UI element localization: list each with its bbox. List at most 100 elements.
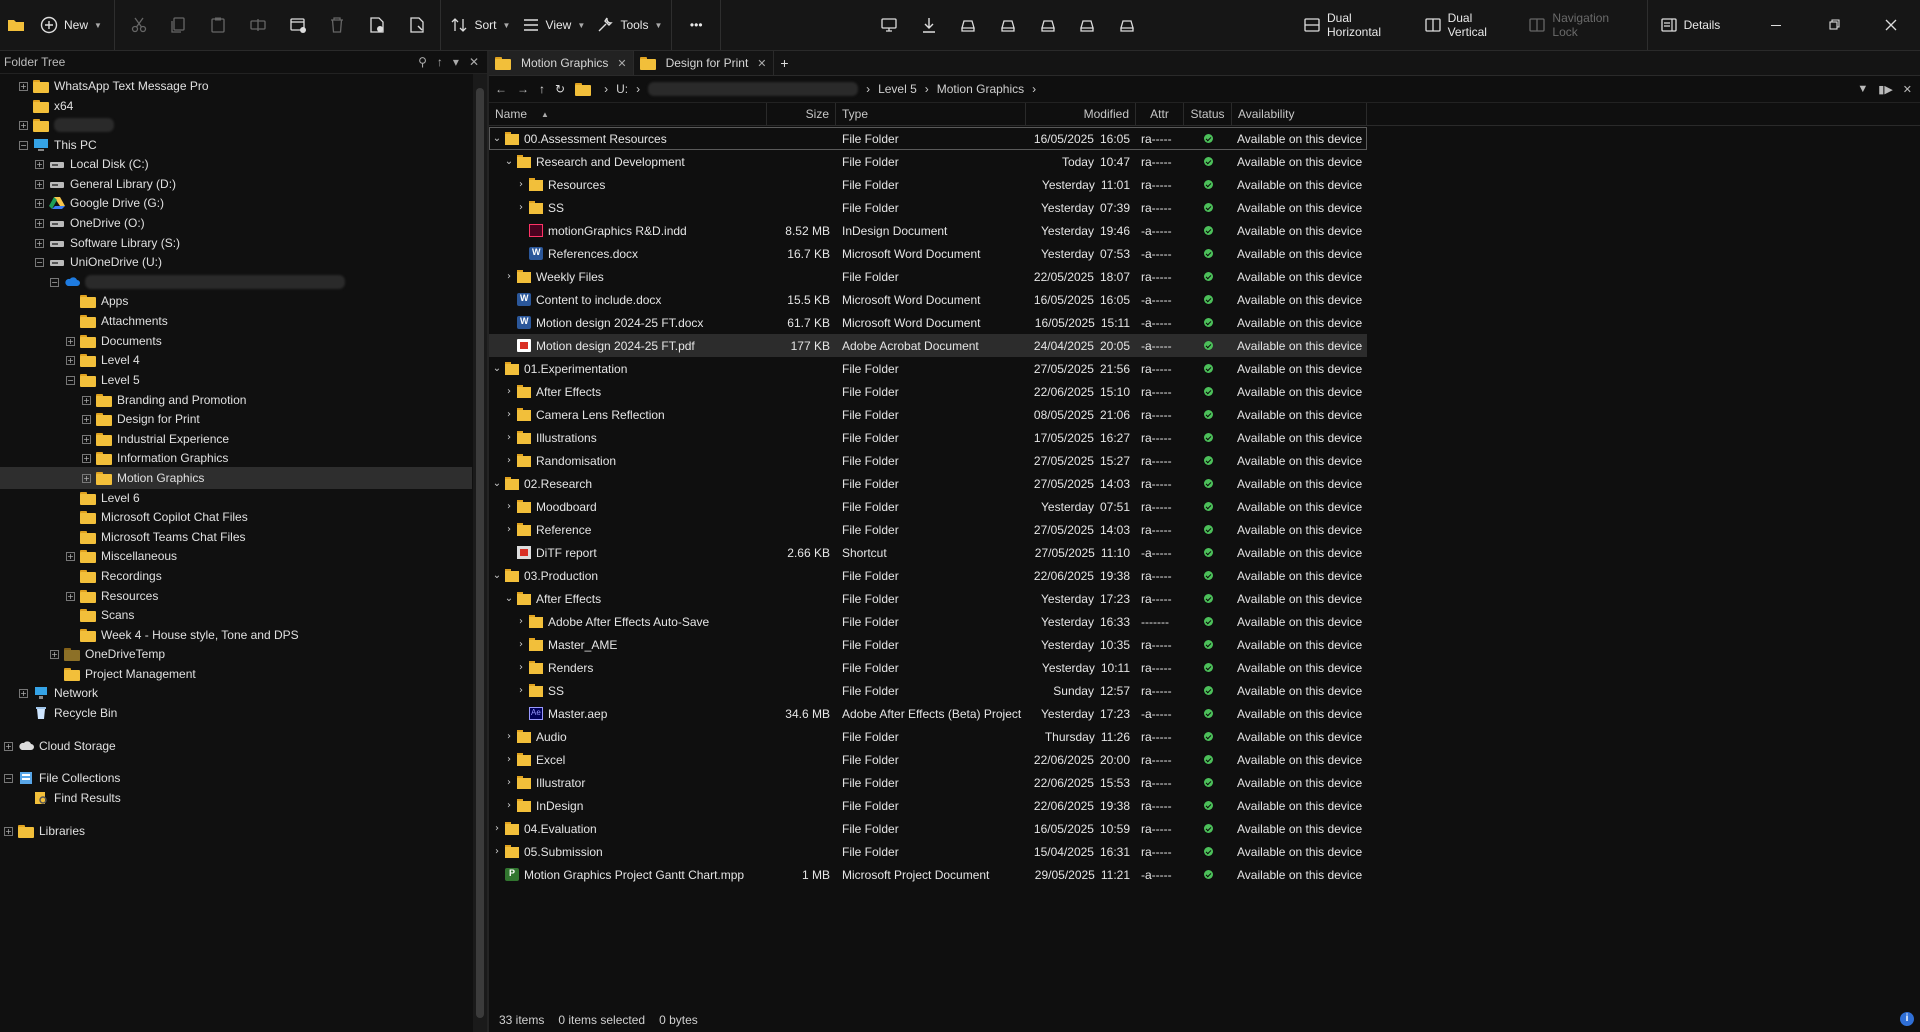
file-info-button[interactable] — [397, 0, 437, 50]
file-row[interactable]: motionGraphics R&D.indd 8.52 MB InDesign D… — [489, 219, 1367, 242]
sort-button[interactable]: Sort ▼ — [445, 0, 515, 50]
column-modified[interactable]: Modified — [1026, 103, 1136, 125]
file-row[interactable]: › Weekly Files File Folder 22/05/2025 18:07 r… — [489, 265, 1367, 288]
tree-item[interactable]: + Libraries — [0, 820, 85, 842]
drive-button-2[interactable] — [988, 0, 1028, 50]
tree-item[interactable]: + Design for Print — [0, 408, 200, 430]
expand-icon[interactable]: + — [19, 688, 28, 698]
file-row[interactable]: › Master_AME File Folder Yesterday 10:35 ra--… — [489, 633, 1367, 656]
up-arrow-icon[interactable]: ↑ — [539, 82, 545, 96]
file-row[interactable]: › SS File Folder Sunday 12:57 ra----- Availabl… — [489, 679, 1367, 702]
minimize-button[interactable] — [1748, 0, 1805, 50]
file-row[interactable]: › Resources File Folder Yesterday 11:01 ra---… — [489, 173, 1367, 196]
chevron-right-icon[interactable]: › — [515, 202, 527, 213]
chevron-right-icon[interactable]: › — [515, 685, 527, 696]
chevron-right-icon[interactable]: › — [503, 524, 515, 535]
expand-icon[interactable]: + — [82, 473, 91, 483]
expand-icon[interactable]: + — [19, 120, 28, 130]
expand-icon[interactable]: + — [35, 218, 44, 228]
new-tab-window-button[interactable] — [278, 0, 318, 50]
file-row[interactable]: ⌄ 01.Experimentation File Folder 27/05/2025… — [489, 357, 1367, 380]
tree-item[interactable]: − UniOneDrive (U:) — [0, 251, 162, 273]
expand-icon[interactable]: + — [50, 649, 59, 659]
new-tab-button[interactable]: + — [774, 51, 796, 75]
chevron-right-icon[interactable]: › — [515, 662, 527, 673]
expand-icon[interactable]: + — [66, 336, 75, 346]
file-row[interactable]: DiTF report 2.66 KB Shortcut 27/05/2025 11:1… — [489, 541, 1367, 564]
close-tab-icon[interactable]: ✕ — [617, 57, 626, 70]
monitor-button[interactable] — [869, 0, 909, 50]
tab-motion-graphics[interactable]: Motion Graphics ✕ — [489, 51, 634, 75]
file-row[interactable]: › SS File Folder Yesterday 07:39 ra----- Avail… — [489, 196, 1367, 219]
breadcrumb-current[interactable]: Motion Graphics — [937, 82, 1024, 96]
file-row[interactable]: Motion design 2024-25 FT.docx 61.7 KB Micr… — [489, 311, 1367, 334]
tree-item[interactable]: + Network — [0, 682, 98, 704]
drive-button-1[interactable] — [949, 0, 989, 50]
open-folder-button[interactable] — [0, 0, 32, 50]
tree-scroll-thumb[interactable] — [476, 88, 484, 1018]
file-row[interactable]: Motion design 2024-25 FT.pdf 177 KB Adobe … — [489, 334, 1367, 357]
tree-item[interactable]: − File Collections — [0, 767, 120, 789]
expand-icon[interactable]: + — [4, 741, 13, 751]
expand-icon[interactable]: + — [4, 826, 13, 836]
file-row[interactable]: › Moodboard File Folder Yesterday 07:51 ra---… — [489, 495, 1367, 518]
collapse-icon[interactable]: − — [35, 257, 44, 267]
tree-item[interactable]: + Information Graphics — [0, 447, 228, 469]
column-size[interactable]: Size — [767, 103, 836, 125]
expand-icon[interactable]: + — [82, 414, 91, 424]
download-button[interactable] — [909, 0, 949, 50]
chevron-right-icon[interactable]: › — [503, 455, 515, 466]
expand-icon[interactable]: + — [66, 551, 75, 561]
tree-item[interactable]: Attachments — [0, 310, 168, 332]
pane-toggle-icon[interactable]: ▮▶ — [1878, 83, 1893, 96]
drive-button-3[interactable] — [1028, 0, 1068, 50]
file-row[interactable]: Master.aep 34.6 MB Adobe After Effects (Be… — [489, 702, 1367, 725]
tree-item[interactable]: + Cloud Storage — [0, 735, 116, 757]
file-row[interactable]: › Adobe After Effects Auto-Save File Folde… — [489, 610, 1367, 633]
expand-icon[interactable]: + — [35, 159, 44, 169]
tree-item[interactable]: + WhatsApp Text Message Pro — [0, 75, 209, 97]
search-icon[interactable]: ⚲ — [418, 55, 427, 69]
collapse-icon[interactable]: − — [4, 773, 13, 783]
chevron-down-icon[interactable]: ⌄ — [503, 156, 515, 167]
collapse-icon[interactable]: − — [66, 375, 75, 385]
chevron-down-icon[interactable]: ⌄ — [491, 363, 503, 374]
tab-design-for-print[interactable]: Design for Print ✕ — [634, 51, 774, 75]
tree-item[interactable]: − Level 5 — [0, 369, 140, 391]
file-row[interactable]: › Excel File Folder 22/06/2025 20:00 ra----- A… — [489, 748, 1367, 771]
tree-item[interactable]: + Miscellaneous — [0, 545, 177, 567]
tree-item[interactable]: Recordings — [0, 565, 162, 587]
chevron-right-icon[interactable]: › — [503, 386, 515, 397]
tree-item[interactable]: Find Results — [0, 787, 121, 809]
expand-icon[interactable]: + — [82, 434, 91, 444]
column-availability[interactable]: Availability — [1232, 103, 1367, 125]
tree-item[interactable]: Recycle Bin — [0, 702, 117, 724]
tree-item[interactable]: Microsoft Copilot Chat Files — [0, 506, 248, 528]
chevron-right-icon[interactable]: › — [503, 777, 515, 788]
breadcrumb-level[interactable]: Level 5 — [878, 82, 917, 96]
details-button[interactable]: Details — [1652, 0, 1728, 50]
chevron-right-icon[interactable]: › — [503, 501, 515, 512]
copy-button[interactable] — [159, 0, 199, 50]
chevron-down-icon[interactable]: ⌄ — [491, 570, 503, 581]
close-icon[interactable]: ✕ — [469, 55, 479, 69]
column-name[interactable]: Name ▲ — [489, 103, 767, 125]
collapse-icon[interactable]: − — [19, 140, 28, 150]
breadcrumb-drive[interactable]: U: — [616, 82, 628, 96]
rename-button[interactable] — [238, 0, 278, 50]
column-status[interactable]: Status — [1184, 103, 1232, 125]
close-window-button[interactable] — [1863, 0, 1920, 50]
paste-button[interactable] — [198, 0, 238, 50]
file-row[interactable]: › 04.Evaluation File Folder 16/05/2025 10:59… — [489, 817, 1367, 840]
file-row[interactable]: › InDesign File Folder 22/06/2025 19:38 ra---… — [489, 794, 1367, 817]
file-row[interactable]: Motion Graphics Project Gantt Chart.mpp 1… — [489, 863, 1367, 886]
drive-button-4[interactable] — [1068, 0, 1108, 50]
file-row[interactable]: › 05.Submission File Folder 15/04/2025 16:31… — [489, 840, 1367, 863]
drive-button-5[interactable] — [1107, 0, 1147, 50]
close-tab-icon[interactable]: ✕ — [757, 57, 766, 70]
tree-item[interactable]: + OneDriveTemp — [0, 643, 165, 665]
file-row[interactable]: › Camera Lens Reflection File Folder 08/05/… — [489, 403, 1367, 426]
chevron-right-icon[interactable]: › — [515, 179, 527, 190]
chevron-right-icon[interactable]: › — [515, 639, 527, 650]
navigation-lock-button[interactable]: Navigation Lock — [1520, 0, 1643, 50]
